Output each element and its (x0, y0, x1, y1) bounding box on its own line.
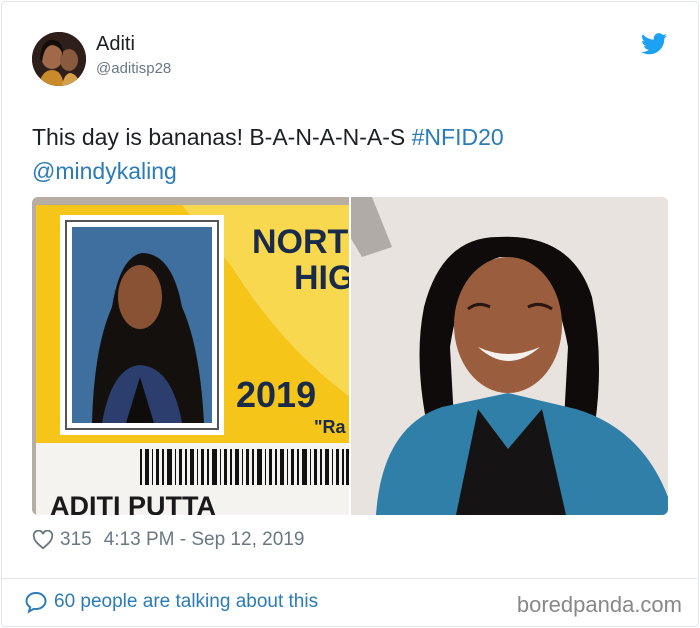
tv-still-photo (350, 197, 668, 515)
conversation-link[interactable]: 60 people are talking about this (24, 590, 318, 614)
user-handle[interactable]: @aditisp28 (96, 60, 171, 77)
heart-icon[interactable] (32, 530, 54, 550)
id-year: 2019 (236, 374, 316, 415)
tweet-meta: 315 4:13 PM - Sep 12, 2019 (32, 527, 304, 553)
tweet-timestamp[interactable]: 4:13 PM - Sep 12, 2019 (104, 529, 305, 551)
divider (1, 578, 697, 579)
user-name[interactable]: Aditi (96, 33, 135, 56)
id-student-name: ADITI PUTTA (50, 491, 216, 515)
mention-link[interactable]: @mindykaling (32, 158, 177, 184)
id-quote: "Ra (314, 417, 347, 437)
tweet-text: This day is bananas! B-A-N-A-N-A-S #NFID… (32, 120, 672, 188)
avatar[interactable] (32, 32, 86, 86)
id-card-photo: NORTH HIG 2019 "Ra ADITI PUTTA (32, 197, 373, 515)
tweet-body: This day is bananas! B-A-N-A-N-A-S (32, 124, 412, 150)
tweet-media[interactable]: NORTH HIG 2019 "Ra ADITI PUTTA (32, 197, 668, 515)
like-count[interactable]: 315 (60, 529, 92, 551)
hashtag-link[interactable]: #NFID20 (412, 124, 504, 150)
speech-bubble-icon (25, 591, 47, 614)
watermark: boredpanda.com (516, 592, 682, 617)
id-school-line2: HIG (294, 259, 354, 297)
twitter-bird-icon[interactable] (641, 32, 667, 56)
talking-text[interactable]: 60 people are talking about this (54, 591, 318, 613)
